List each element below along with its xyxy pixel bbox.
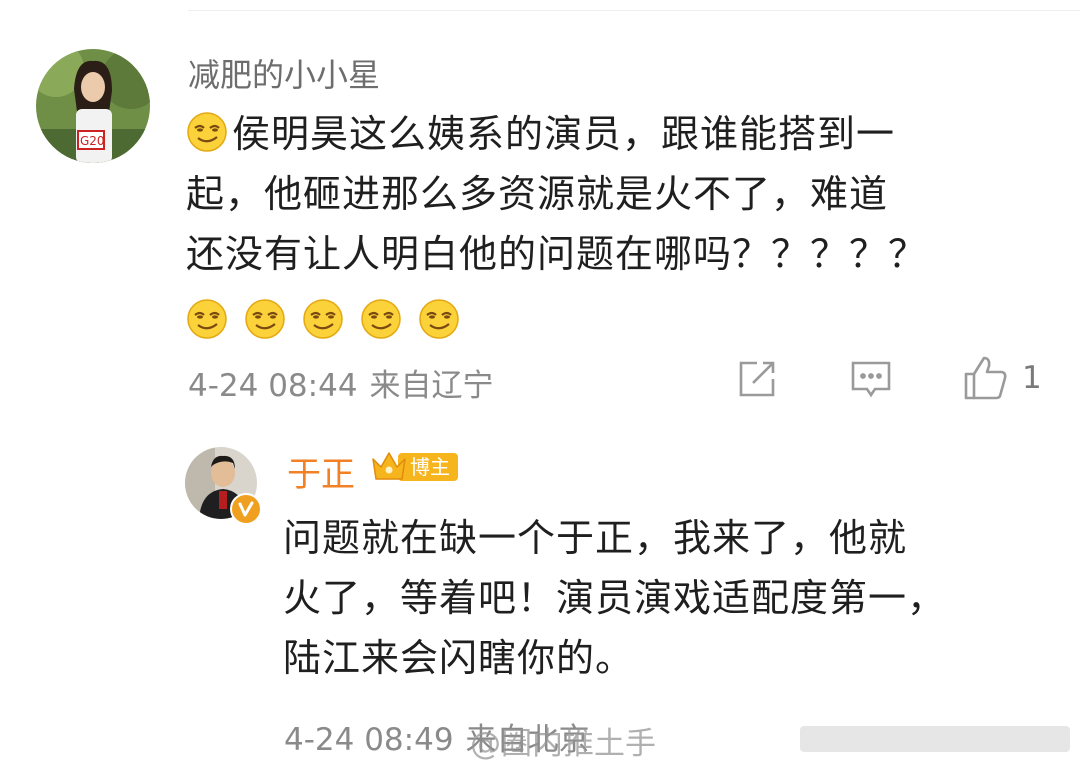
host-name[interactable]: 于正 — [287, 447, 355, 496]
emoji-row — [186, 286, 1066, 339]
reply-date: 4-24 08:49 — [284, 722, 454, 758]
user-avatar[interactable]: G20 — [36, 49, 150, 163]
svg-text:G20: G20 — [80, 134, 105, 148]
verified-v-icon — [230, 493, 262, 525]
reply-text: 问题就在缺一个于正，我来了，他就 火了，等着吧！演员演戏适配度第一， 陆江来会闪… — [283, 508, 1063, 688]
commenter-name[interactable]: 减肥的小小星 — [188, 50, 380, 96]
smirk-face-emoji — [302, 298, 344, 340]
comment-line-2: 起，他砸进那么多资源就是火不了，难道 — [186, 172, 889, 216]
like-count: 1 — [1022, 360, 1042, 396]
crown-icon — [370, 449, 408, 483]
smirk-face-emoji — [244, 298, 286, 340]
smirk-face-emoji — [418, 298, 460, 340]
smirk-face-emoji — [186, 298, 228, 340]
smirk-face-emoji — [360, 298, 402, 340]
comment-line-1: 侯明昊这么姨系的演员，跟谁能搭到一 — [232, 112, 896, 156]
top-divider — [188, 10, 1080, 11]
comment-icon[interactable] — [849, 357, 893, 401]
comment-meta: 4-24 08:44 来自辽宁 — [188, 360, 494, 405]
share-icon[interactable] — [735, 357, 779, 401]
smirk-face-emoji — [186, 110, 228, 152]
comment-location: 来自辽宁 — [369, 368, 494, 404]
reply-line-2: 火了，等着吧！演员演戏适配度第一， — [283, 576, 947, 620]
comment-text: 侯明昊这么姨系的演员，跟谁能搭到一 起，他砸进那么多资源就是火不了，难道 还没有… — [186, 104, 1066, 339]
reply-line-1: 问题就在缺一个于正，我来了，他就 — [283, 516, 908, 560]
comment-date: 4-24 08:44 — [188, 368, 358, 404]
comment-line-3: 还没有让人明白他的问题在哪吗？？？？？ — [186, 232, 928, 276]
host-badge: 博主 — [370, 447, 458, 485]
thumbs-up-icon[interactable] — [962, 354, 1008, 402]
reply-line-3: 陆江来会闪瞎你的。 — [283, 636, 635, 680]
watermark: @圈内推土手 — [470, 726, 656, 762]
watermark-blur — [800, 726, 1070, 752]
